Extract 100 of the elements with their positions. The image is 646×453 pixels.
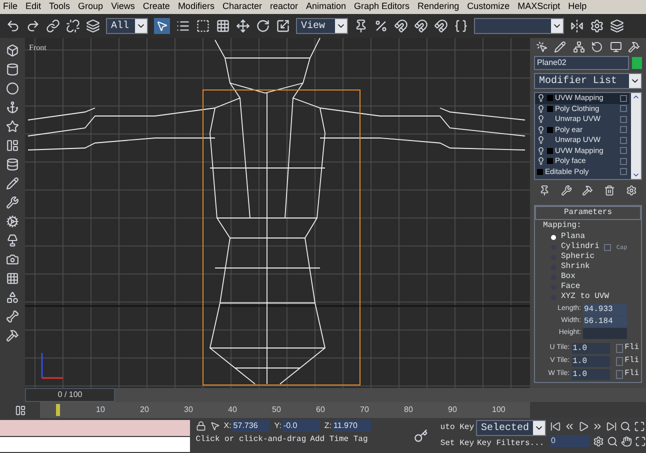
play-icon[interactable] bbox=[578, 421, 589, 432]
remove-modifier-icon[interactable] bbox=[604, 185, 616, 196]
star-icon[interactable] bbox=[6, 120, 19, 133]
menu-item[interactable]: Graph Editors bbox=[354, 0, 410, 14]
mapping-option[interactable]: Spheric bbox=[561, 251, 595, 263]
maxscript-listener-field[interactable] bbox=[0, 420, 190, 436]
key-filters-button[interactable]: Key Filters... bbox=[477, 438, 544, 450]
menu-item[interactable]: Group bbox=[78, 0, 104, 14]
pencil-icon[interactable] bbox=[6, 177, 19, 190]
lock-icon[interactable] bbox=[196, 421, 206, 431]
spinner-field[interactable]: 94.933 bbox=[583, 304, 627, 315]
object-name-field[interactable]: Plane02 bbox=[534, 56, 629, 70]
radio-button[interactable] bbox=[551, 234, 556, 240]
modifier-list-dropdown[interactable]: Modifier List bbox=[534, 73, 642, 89]
menu-item[interactable]: Rendering bbox=[418, 0, 460, 14]
checkbox[interactable] bbox=[620, 147, 627, 154]
menu-item[interactable]: Create bbox=[142, 0, 170, 14]
grid-icon[interactable] bbox=[6, 272, 19, 285]
sphere-icon[interactable] bbox=[6, 82, 19, 95]
mapping-option[interactable]: Face bbox=[561, 281, 580, 293]
pan-icon[interactable] bbox=[621, 436, 632, 446]
menu-item[interactable]: Customize bbox=[467, 0, 510, 14]
wrench-icon[interactable] bbox=[6, 196, 19, 209]
time-marker[interactable] bbox=[56, 404, 60, 416]
track-bar[interactable]: 10 20 30 40 50 60 70 80 90 100 bbox=[40, 402, 530, 418]
percent-icon[interactable] bbox=[374, 19, 388, 33]
lightbulb-icon[interactable] bbox=[537, 104, 545, 113]
magnet-icon[interactable] bbox=[394, 19, 408, 33]
pin-stack-icon[interactable] bbox=[539, 185, 550, 196]
zoom-region-icon[interactable] bbox=[607, 436, 618, 446]
checkbox[interactable] bbox=[620, 105, 627, 112]
gear-icon[interactable] bbox=[6, 215, 19, 228]
go-to-start-icon[interactable] bbox=[550, 421, 561, 432]
maxscript-output-field[interactable] bbox=[0, 437, 190, 452]
rotate-icon[interactable] bbox=[256, 19, 270, 33]
scale-icon[interactable] bbox=[276, 19, 290, 33]
spinner-field[interactable]: 1.0 bbox=[572, 368, 610, 380]
lamp-icon[interactable] bbox=[6, 234, 19, 247]
menu-item[interactable]: MAXScript bbox=[518, 0, 560, 14]
stack-icon[interactable] bbox=[6, 158, 19, 171]
mapping-option[interactable]: XYZ to UVW bbox=[561, 291, 610, 303]
menu-item[interactable]: Tools bbox=[49, 0, 70, 14]
viewport-label[interactable]: Front bbox=[29, 42, 46, 54]
spinner-field[interactable]: 1.0 bbox=[572, 356, 610, 366]
camera-icon[interactable] bbox=[6, 253, 19, 266]
coordinate-field[interactable]: 57.736 bbox=[232, 420, 270, 432]
scroll-down-icon[interactable] bbox=[632, 171, 640, 179]
menu-item[interactable]: reactor bbox=[270, 0, 298, 14]
lightbulb-icon[interactable] bbox=[537, 136, 545, 144]
menu-item[interactable]: Character bbox=[222, 0, 262, 14]
spinner-field[interactable]: 56.184 bbox=[583, 316, 627, 327]
add-time-tag-button[interactable]: Add Time Tag bbox=[310, 434, 368, 446]
lightbulb-icon[interactable] bbox=[537, 157, 545, 166]
zoom-icon[interactable] bbox=[620, 421, 631, 432]
auto-key-button[interactable]: uto Key bbox=[440, 422, 474, 434]
panel-icon[interactable] bbox=[6, 139, 19, 152]
mapping-option[interactable]: Box bbox=[561, 271, 576, 283]
layers-icon[interactable] bbox=[610, 19, 624, 33]
lightbulb-icon[interactable] bbox=[537, 115, 545, 124]
selection-filter-dropdown[interactable]: All bbox=[106, 18, 148, 34]
checkbox[interactable] bbox=[620, 168, 627, 176]
next-frame-icon[interactable] bbox=[592, 421, 603, 432]
checkbox[interactable] bbox=[620, 158, 627, 165]
display-tab-icon[interactable] bbox=[610, 41, 622, 53]
checkbox[interactable] bbox=[616, 356, 623, 366]
create-tab-icon[interactable] bbox=[536, 41, 548, 53]
select-by-name-icon[interactable] bbox=[176, 19, 190, 33]
time-slider-thumb[interactable]: 0 / 100 bbox=[25, 388, 115, 402]
rollout-title[interactable]: Parameters bbox=[535, 206, 641, 220]
previous-frame-icon[interactable] bbox=[564, 421, 575, 432]
checkbox[interactable] bbox=[620, 126, 627, 134]
cursor-icon[interactable] bbox=[210, 421, 220, 431]
undo-icon[interactable] bbox=[6, 19, 20, 33]
cylinder-icon[interactable] bbox=[6, 63, 19, 76]
lightbulb-icon[interactable] bbox=[537, 94, 545, 102]
motion-tab-icon[interactable] bbox=[591, 41, 604, 53]
checkbox[interactable] bbox=[616, 370, 623, 378]
lightbulb-icon[interactable] bbox=[537, 126, 545, 134]
zoom-all-icon[interactable] bbox=[634, 421, 645, 432]
menu-item[interactable]: File bbox=[3, 0, 18, 14]
utilities-tab-icon[interactable] bbox=[628, 41, 640, 53]
coordinate-field[interactable]: -0.0 bbox=[282, 420, 320, 432]
key-icon[interactable] bbox=[414, 428, 428, 442]
checkbox[interactable] bbox=[604, 244, 612, 250]
checkbox[interactable] bbox=[620, 136, 627, 144]
link-icon[interactable] bbox=[46, 19, 60, 33]
menu-item[interactable]: Views bbox=[111, 0, 135, 14]
mapping-option[interactable]: Cylindri bbox=[561, 241, 600, 253]
frame-field[interactable]: 0 bbox=[550, 435, 590, 447]
bone-icon[interactable] bbox=[6, 310, 19, 323]
select-tool-button[interactable] bbox=[154, 18, 170, 34]
dashed-square-icon[interactable] bbox=[196, 19, 210, 33]
coordinate-system-dropdown[interactable]: View bbox=[296, 18, 348, 34]
checkbox[interactable] bbox=[620, 116, 627, 123]
boxes-icon[interactable] bbox=[6, 44, 19, 57]
move-icon[interactable] bbox=[236, 19, 250, 33]
named-selection-dropdown[interactable] bbox=[474, 18, 564, 34]
configure-icon[interactable] bbox=[626, 185, 637, 196]
menu-item[interactable]: Animation bbox=[306, 0, 346, 14]
anchor-icon[interactable] bbox=[6, 101, 19, 114]
